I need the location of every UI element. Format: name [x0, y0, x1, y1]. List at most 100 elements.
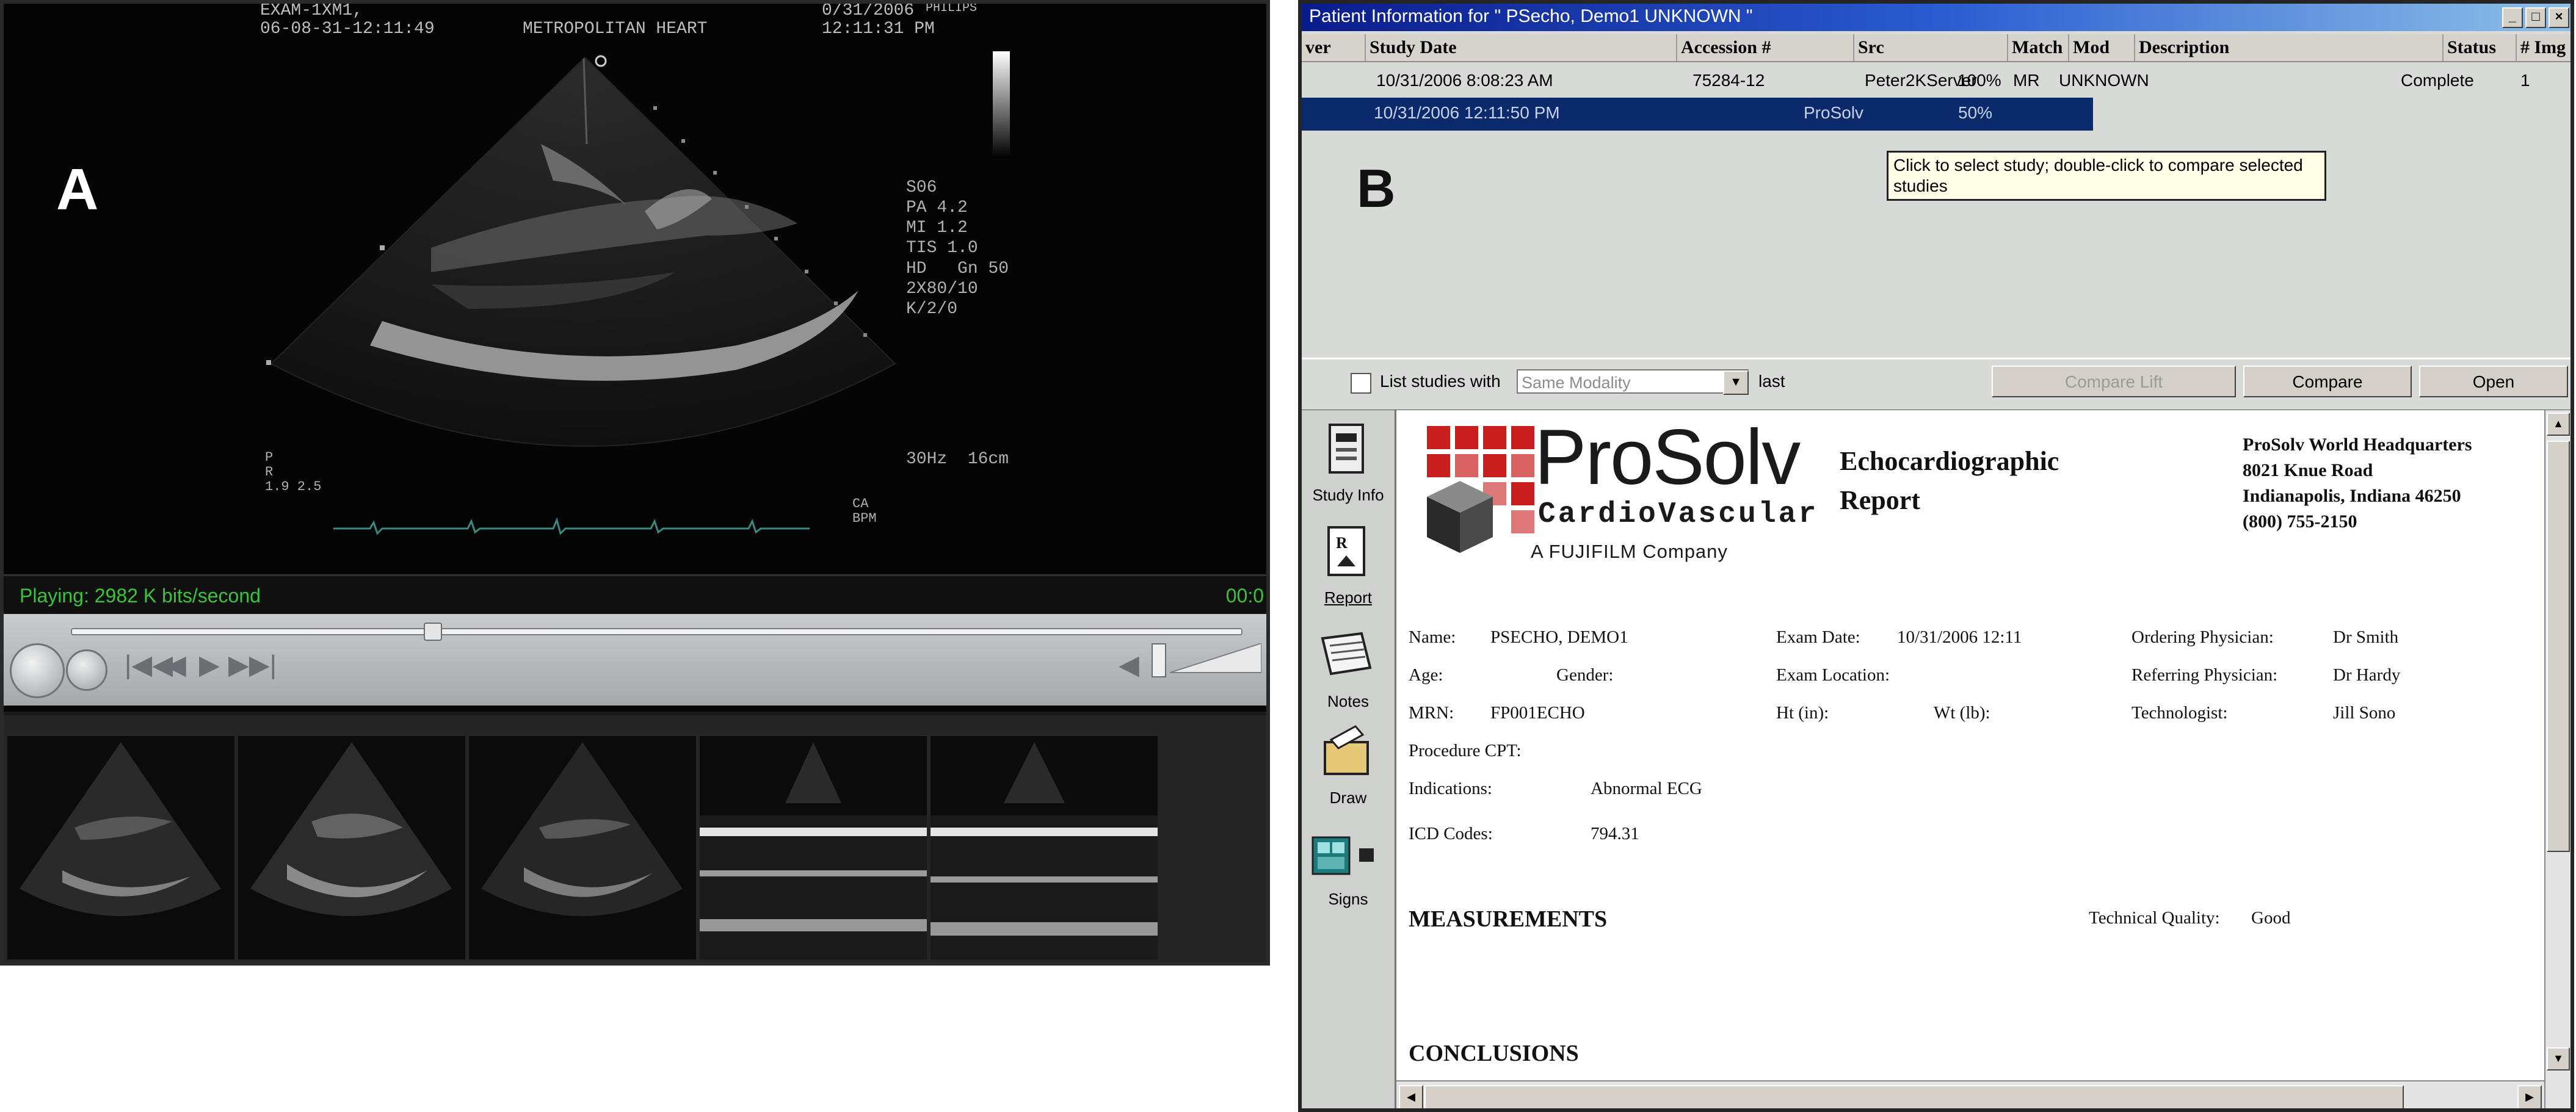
list-studies-label: List studies with [1380, 372, 1501, 391]
vertical-scrollbar[interactable]: ▲ ▼ [2544, 410, 2571, 1108]
match: 50% [1958, 103, 1993, 122]
scroll-up-icon[interactable]: ▲ [2547, 413, 2570, 436]
scroll-right-icon[interactable]: ▶ [2517, 1085, 2542, 1108]
col-img-count[interactable]: # Img [2517, 34, 2571, 61]
seek-bar[interactable] [71, 628, 1243, 635]
sidebar-item-label: Draw [1329, 789, 1367, 807]
accession: 75284-12 [1693, 71, 1765, 90]
exam-date-label: Exam Date: [1776, 627, 1860, 647]
speaker-icon[interactable]: ◀ [1119, 648, 1139, 683]
thumbnail-2[interactable] [238, 736, 465, 959]
maximize-button[interactable]: □ [2525, 7, 2546, 28]
gain-params: HD Gn 50 2X80/10 K/2/0 [906, 259, 1009, 319]
description: UNKNOWN [2059, 71, 2149, 90]
media-controls: |◀◀ ◀ ▶ ▶▶| ◀ [4, 614, 1266, 706]
conclusions-heading: CONCLUSIONS [1409, 1041, 1579, 1066]
image-count: 1 [2520, 71, 2530, 90]
ultrasound-image[interactable]: EXAM-1XM1, 06-08-31-12:11:49 METROPOLITA… [4, 4, 1266, 574]
scroll-left-icon[interactable]: ◀ [1399, 1085, 1423, 1108]
sidebar-item-draw[interactable]: Draw [1302, 720, 1395, 818]
thumbnail-1[interactable] [7, 736, 234, 959]
list-studies-checkbox[interactable] [1351, 373, 1371, 394]
playback-status-bar: Playing: 2982 K bits/second 00:0 [4, 574, 1266, 614]
col-status[interactable]: Status [2444, 34, 2517, 61]
icd-codes-label: ICD Codes: [1409, 824, 1493, 843]
heart-rate: CA BPM [852, 496, 877, 526]
referring-physician-value: Dr Hardy [2333, 665, 2401, 685]
icd-codes-value: 794.31 [1591, 824, 1639, 843]
compare-button[interactable]: Compare [2243, 366, 2412, 397]
col-mod[interactable]: Mod [2069, 34, 2135, 61]
col-accession[interactable]: Accession # [1677, 34, 1854, 61]
chevron-down-icon[interactable]: ▼ [1723, 370, 1749, 395]
volume-thumb[interactable] [1152, 643, 1166, 677]
col-ver[interactable]: ver [1302, 34, 1366, 61]
sidebar: Study Info R Report Notes Draw Signs [1302, 410, 1396, 1108]
technologist-label: Technologist: [2132, 703, 2228, 723]
col-study-date[interactable]: Study Date [1366, 34, 1677, 61]
report-icon: R [1327, 526, 1365, 576]
panel-label-b: B [1357, 158, 1396, 218]
source: ProSolv [1804, 103, 1864, 122]
name-value: PSECHO, DEMO1 [1490, 627, 1628, 647]
open-button[interactable]: Open [2419, 366, 2568, 397]
match: 100% [1957, 71, 2001, 90]
logo-wordmark: ProSolv [1534, 414, 1801, 501]
window-title: Patient Information for " PSecho, Demo1 … [1309, 6, 1753, 26]
echo-sector [266, 55, 896, 535]
col-src[interactable]: Src [1854, 34, 2008, 61]
report-document[interactable]: ProSolv CardioVascular A FUJIFILM Compan… [1396, 410, 2544, 1080]
step-back-icon[interactable]: ◀ [165, 648, 186, 683]
sidebar-item-report[interactable]: R Report [1302, 520, 1395, 618]
sidebar-item-notes[interactable]: Notes [1302, 624, 1395, 721]
signs-icon [1312, 836, 1374, 875]
stop-button[interactable] [66, 649, 107, 691]
study-info-icon [1329, 424, 1364, 474]
minimize-button[interactable]: _ [2502, 7, 2523, 28]
gender-label: Gender: [1556, 665, 1614, 685]
thumbnail-4-mmode[interactable] [700, 736, 927, 959]
exam-date-value: 10/31/2006 12:11 [1897, 627, 2022, 647]
technical-quality-value: Good [2251, 908, 2291, 928]
close-button[interactable]: × [2549, 7, 2569, 28]
thumbnail-5-mmode[interactable] [931, 736, 1158, 959]
echo-viewer-panel: EXAM-1XM1, 06-08-31-12:11:49 METROPOLITA… [0, 0, 1270, 966]
exam-location-label: Exam Location: [1776, 665, 1890, 685]
hq-address1: 8021 Knue Road [2243, 460, 2373, 480]
acquisition-params: S06 PA 4.2 MI 1.2 TIS 1.0 [906, 178, 978, 258]
study-date: 10/31/2006 12:11:50 PM [1374, 103, 1560, 122]
skip-forward-icon[interactable]: ▶▶| [228, 648, 277, 683]
hq-name: ProSolv World Headquarters [2243, 435, 2472, 455]
scroll-thumb-horizontal[interactable] [1424, 1085, 2404, 1108]
scroll-thumb[interactable] [2547, 441, 2570, 852]
step-forward-icon[interactable]: ▶ [199, 648, 220, 683]
age-label: Age: [1409, 665, 1443, 685]
play-pause-button[interactable] [10, 643, 65, 698]
scroll-down-icon[interactable]: ▼ [2547, 1047, 2570, 1070]
col-description[interactable]: Description [2135, 34, 2444, 61]
modality-select[interactable]: Same Modality [1517, 369, 1749, 394]
study-table-header: ver Study Date Accession # Src Match Mod… [1302, 34, 2571, 62]
study-row[interactable]: 10/31/2006 8:08:23 AM 75284-12 Peter2KSe… [1302, 67, 2571, 95]
hq-phone: (800) 755-2150 [2243, 511, 2357, 532]
sidebar-item-signs[interactable]: Signs [1302, 829, 1395, 926]
referring-physician-label: Referring Physician: [2132, 665, 2278, 685]
title-bar[interactable]: Patient Information for " PSecho, Demo1 … [1302, 4, 2571, 31]
name-label: Name: [1409, 627, 1456, 647]
col-match[interactable]: Match [2008, 34, 2069, 61]
sidebar-item-study-info[interactable]: Study Info [1302, 417, 1395, 515]
seek-thumb[interactable] [424, 623, 442, 641]
logo-subtitle: CardioVascular [1538, 498, 1819, 531]
svg-text:R: R [1336, 534, 1348, 552]
modality: MR [2013, 71, 2040, 90]
probe-marker: P R 1.9 2.5 [265, 450, 322, 494]
compare-lift-button[interactable]: Compare Lift [1992, 366, 2236, 397]
thumbnail-3[interactable] [469, 736, 696, 959]
study-row-selected[interactable]: 10/31/2006 12:11:50 PM ProSolv 50% [1302, 98, 2093, 131]
volume-slider[interactable] [1170, 643, 1261, 674]
draw-icon [1324, 725, 1369, 775]
horizontal-scrollbar[interactable]: ◀ ▶ [1396, 1080, 2544, 1108]
frame-rate-depth: 30Hz 16cm [906, 450, 1009, 469]
thumbnail-strip [4, 712, 1266, 962]
sidebar-item-label: Report [1324, 588, 1373, 607]
